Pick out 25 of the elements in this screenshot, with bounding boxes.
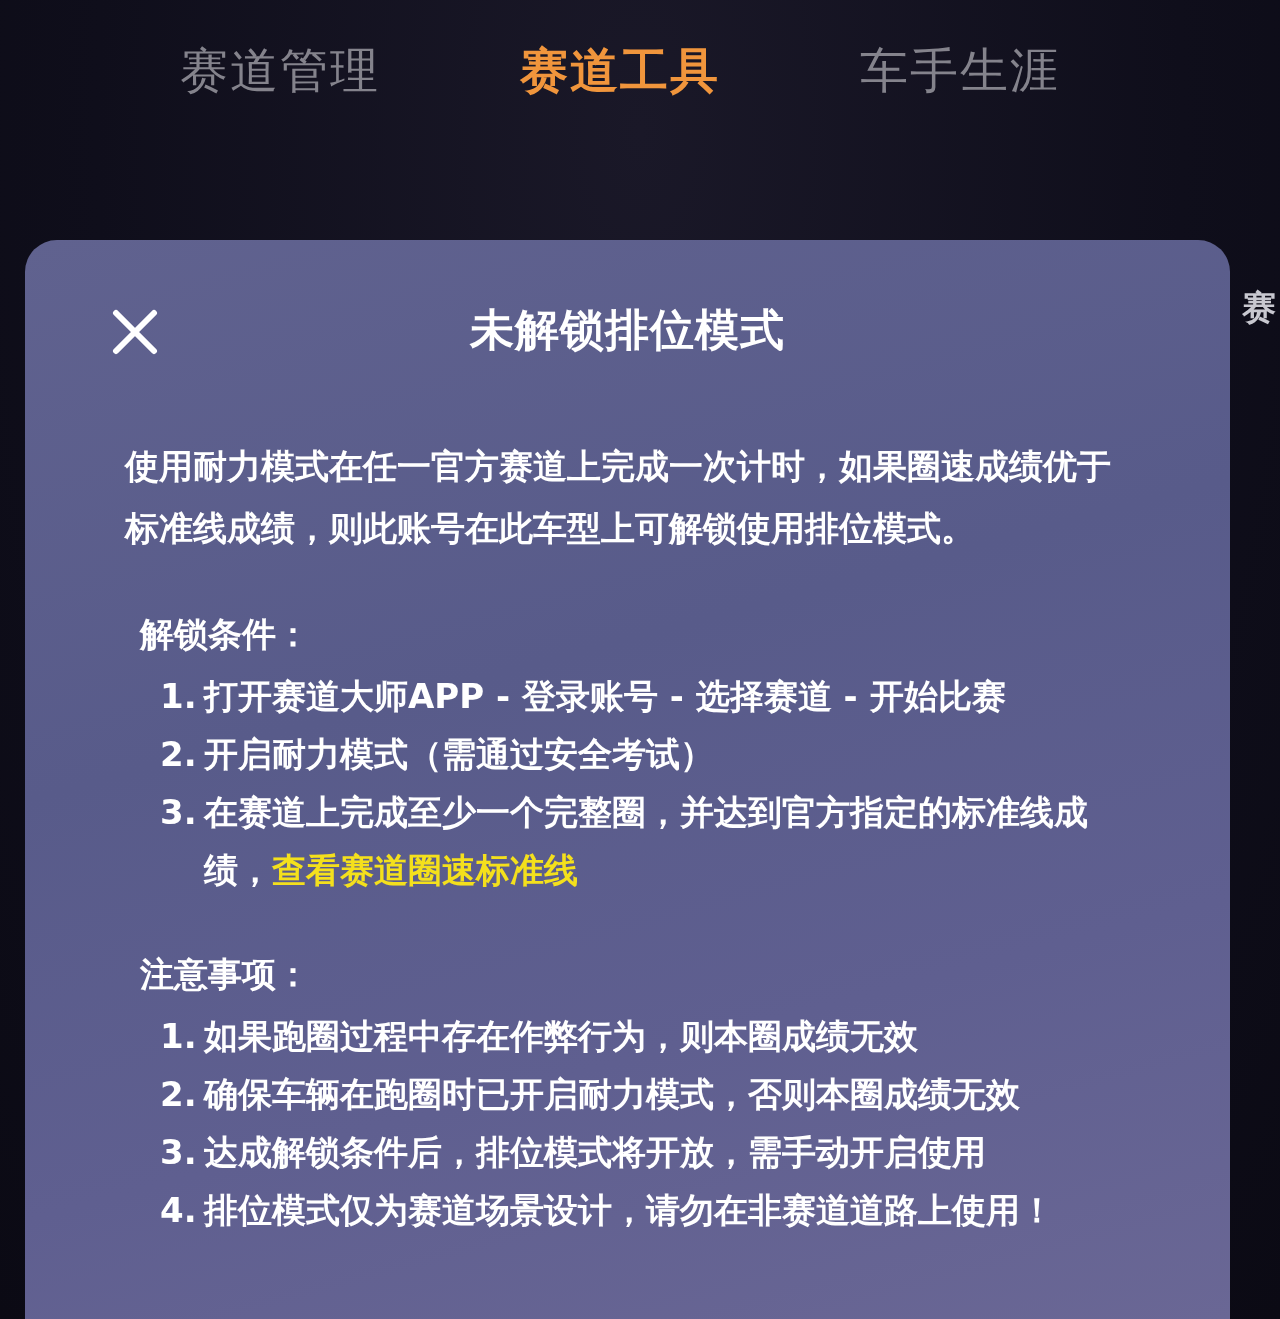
item-text: 如果跑圈过程中存在作弊行为，则本圈成绩无效 — [204, 1015, 919, 1058]
item-number: 2. — [160, 733, 198, 776]
item-text: 排位模式仅为赛道场景设计，请勿在非赛道道路上使用！ — [204, 1189, 1055, 1232]
item-number: 2. — [160, 1073, 198, 1116]
section-heading: 解锁条件： — [140, 613, 311, 656]
item-text: 达成解锁条件后，排位模式将开放，需手动开启使用 — [204, 1131, 987, 1174]
nav-tab[interactable]: 赛道管理 — [180, 40, 380, 100]
item-text: 在赛道上完成至少一个完整圈，并达到官方指定的标准线成绩，查看赛道圈速标准线 — [204, 791, 1089, 892]
nav-tab[interactable]: 车手生涯 — [860, 40, 1060, 100]
nav-tab[interactable]: 赛道工具 — [520, 40, 720, 100]
dialog-title: 未解锁排位模式 — [470, 302, 785, 357]
item-text: 确保车辆在跑圈时已开启耐力模式，否则本圈成绩无效 — [204, 1073, 1021, 1116]
section-heading: 注意事项： — [140, 953, 311, 996]
standard-line-link[interactable]: 查看赛道圈速标准线 — [272, 850, 578, 890]
item-number: 3. — [160, 1131, 198, 1174]
intro-text: 使用耐力模式在任一官方赛道上完成一次计时，如果圈速成绩优于标准线成绩，则此账号在此车型上可解锁使用排位模式。 — [125, 445, 1112, 550]
item-number: 1. — [160, 1015, 198, 1058]
close-icon — [112, 309, 158, 355]
item-number: 3. — [160, 791, 198, 834]
item-number: 4. — [160, 1189, 198, 1232]
item-text: 打开赛道大师APP - 登录账号 - 选择赛道 - 开始比赛 — [204, 675, 1007, 718]
item-text: 开启耐力模式（需通过安全考试） — [204, 733, 715, 776]
side-label: 赛 — [1242, 287, 1276, 327]
close-button[interactable] — [110, 307, 160, 357]
item-number: 1. — [160, 675, 198, 718]
